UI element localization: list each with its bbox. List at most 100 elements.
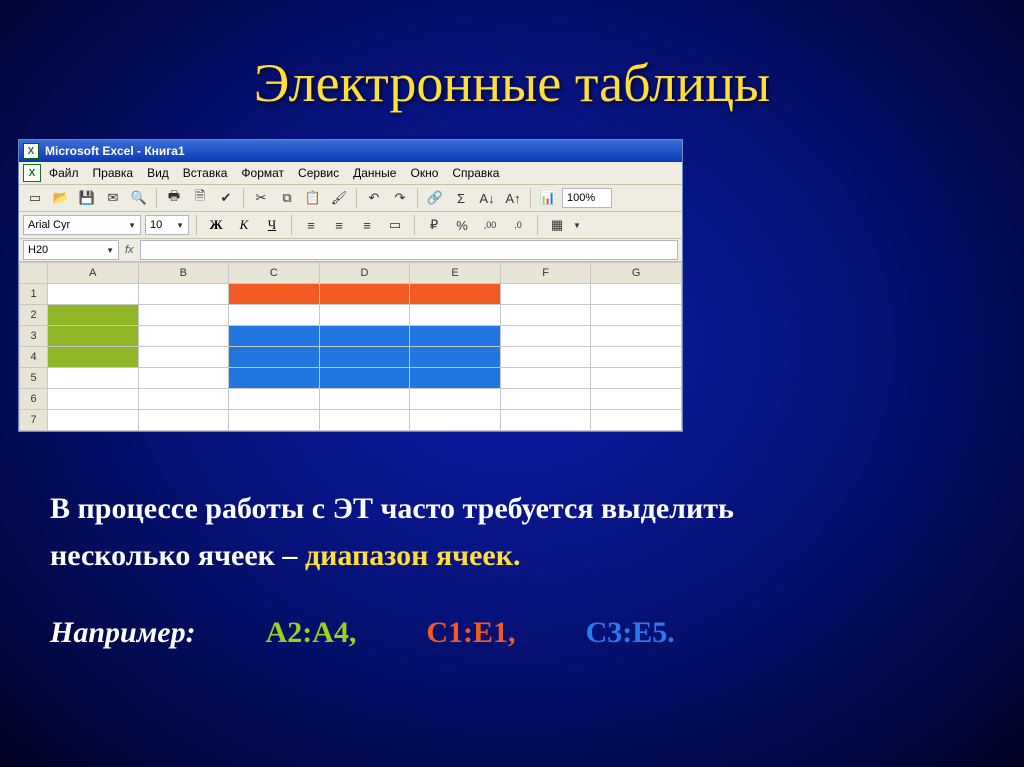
menu-window[interactable]: Окно <box>404 164 444 182</box>
col-header-A[interactable]: A <box>48 263 139 284</box>
cell[interactable] <box>410 410 501 431</box>
cell[interactable] <box>500 410 591 431</box>
autosum-icon[interactable]: Σ <box>449 186 473 210</box>
col-header-C[interactable]: C <box>229 263 320 284</box>
align-left-icon[interactable]: ≡ <box>299 213 323 237</box>
cell[interactable] <box>48 389 139 410</box>
menu-view[interactable]: Вид <box>141 164 175 182</box>
row-header[interactable]: 2 <box>20 305 48 326</box>
select-all-corner[interactable] <box>20 263 48 284</box>
copy-icon[interactable]: ⧉ <box>275 186 299 210</box>
cell[interactable] <box>591 410 682 431</box>
undo-icon[interactable]: ↶ <box>362 186 386 210</box>
cell[interactable] <box>229 410 320 431</box>
sort-desc-icon[interactable]: A↑ <box>501 186 525 210</box>
row-header[interactable]: 4 <box>20 347 48 368</box>
cell[interactable] <box>500 284 591 305</box>
row-header[interactable]: 1 <box>20 284 48 305</box>
cell[interactable] <box>410 389 501 410</box>
print-preview-icon[interactable]: 🗎 <box>188 186 212 210</box>
inc-decimal-icon[interactable]: ,00 <box>478 213 502 237</box>
menu-help[interactable]: Справка <box>446 164 505 182</box>
cell[interactable] <box>229 368 320 389</box>
cell[interactable] <box>319 389 410 410</box>
cell[interactable] <box>410 284 501 305</box>
menu-file[interactable]: Файл <box>43 164 85 182</box>
cell[interactable] <box>48 410 139 431</box>
format-painter-icon[interactable]: 🖌 <box>327 186 351 210</box>
currency-icon[interactable]: ₽ <box>422 213 446 237</box>
cell[interactable] <box>319 347 410 368</box>
cell[interactable] <box>410 347 501 368</box>
cell[interactable] <box>229 389 320 410</box>
spellcheck-icon[interactable]: ✔ <box>214 186 238 210</box>
cell[interactable] <box>591 389 682 410</box>
cell[interactable] <box>500 368 591 389</box>
fx-label[interactable]: fx <box>125 244 134 256</box>
cell[interactable] <box>138 326 229 347</box>
font-select[interactable]: Arial Cyr ▼ <box>23 215 141 235</box>
cell[interactable] <box>138 305 229 326</box>
cell[interactable] <box>319 284 410 305</box>
cell[interactable] <box>138 347 229 368</box>
hyperlink-icon[interactable]: 🔗 <box>423 186 447 210</box>
paste-icon[interactable]: 📋 <box>301 186 325 210</box>
cell[interactable] <box>138 368 229 389</box>
cell[interactable] <box>500 347 591 368</box>
bold-button[interactable]: Ж <box>204 214 228 236</box>
redo-icon[interactable]: ↷ <box>388 186 412 210</box>
menu-tools[interactable]: Сервис <box>292 164 345 182</box>
zoom-select[interactable]: 100% <box>562 188 612 208</box>
formula-input[interactable] <box>140 240 678 260</box>
chart-icon[interactable]: 📊 <box>536 186 560 210</box>
name-box[interactable]: H20 ▼ <box>23 240 119 260</box>
new-icon[interactable]: ▭ <box>23 186 47 210</box>
col-header-G[interactable]: G <box>591 263 682 284</box>
cell[interactable] <box>48 284 139 305</box>
cell[interactable] <box>229 305 320 326</box>
cell[interactable] <box>319 326 410 347</box>
cell[interactable] <box>48 326 139 347</box>
cell[interactable] <box>410 305 501 326</box>
cell[interactable] <box>229 284 320 305</box>
cell[interactable] <box>591 305 682 326</box>
col-header-E[interactable]: E <box>410 263 501 284</box>
print-icon[interactable]: 🖶 <box>162 186 186 210</box>
row-header[interactable]: 7 <box>20 410 48 431</box>
dec-decimal-icon[interactable]: ,0 <box>506 213 530 237</box>
cell[interactable] <box>591 284 682 305</box>
menu-data[interactable]: Данные <box>347 164 402 182</box>
cell[interactable] <box>319 305 410 326</box>
cell[interactable] <box>48 347 139 368</box>
font-size-select[interactable]: 10 ▼ <box>145 215 189 235</box>
cell[interactable] <box>229 347 320 368</box>
cell[interactable] <box>319 368 410 389</box>
menu-edit[interactable]: Правка <box>87 164 140 182</box>
save-icon[interactable]: 💾 <box>75 186 99 210</box>
cell[interactable] <box>591 368 682 389</box>
percent-icon[interactable]: % <box>450 213 474 237</box>
cell[interactable] <box>500 326 591 347</box>
cut-icon[interactable]: ✂ <box>249 186 273 210</box>
mail-icon[interactable]: ✉ <box>101 186 125 210</box>
align-right-icon[interactable]: ≡ <box>355 213 379 237</box>
menu-insert[interactable]: Вставка <box>177 164 234 182</box>
borders-icon[interactable]: ▦ <box>545 213 569 237</box>
row-header[interactable]: 3 <box>20 326 48 347</box>
cell[interactable] <box>410 326 501 347</box>
cell[interactable] <box>48 305 139 326</box>
cell[interactable] <box>591 326 682 347</box>
sort-asc-icon[interactable]: A↓ <box>475 186 499 210</box>
underline-button[interactable]: Ч <box>260 214 284 236</box>
col-header-D[interactable]: D <box>319 263 410 284</box>
cell[interactable] <box>410 368 501 389</box>
italic-button[interactable]: К <box>232 214 256 236</box>
row-header[interactable]: 5 <box>20 368 48 389</box>
cell[interactable] <box>138 410 229 431</box>
col-header-F[interactable]: F <box>500 263 591 284</box>
cell[interactable] <box>48 368 139 389</box>
row-header[interactable]: 6 <box>20 389 48 410</box>
menu-format[interactable]: Формат <box>235 164 290 182</box>
cell[interactable] <box>500 305 591 326</box>
merge-center-icon[interactable]: ▭ <box>383 213 407 237</box>
